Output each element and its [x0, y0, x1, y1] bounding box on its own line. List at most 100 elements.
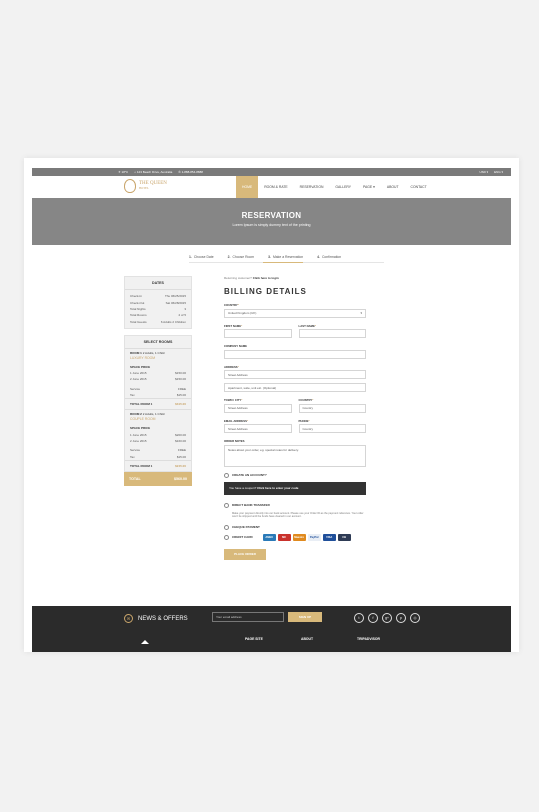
dates-title: DATES [125, 277, 191, 290]
page-title: RESERVATION [241, 211, 302, 220]
nav-gallery[interactable]: GALLERY [329, 176, 357, 198]
company-field[interactable] [224, 349, 366, 359]
notes-label: ORDER NOTES [224, 439, 245, 443]
price-row: 2 June 2015 $150.00 [130, 377, 186, 382]
phone-label: PHONE* [298, 418, 310, 423]
coupon-link[interactable]: Click here to enter your code [257, 486, 298, 490]
country-select[interactable]: United Kingdom (UK) ▾ [224, 308, 366, 318]
returning-customer: Returning customer? Click here to login [224, 276, 279, 280]
radio-icon [224, 534, 229, 540]
newsletter-heading: ✉ NEWS & OFFERS [124, 614, 188, 623]
social-links: t f g+ p ◎ [354, 613, 420, 623]
radio-icon [224, 502, 229, 508]
chevron-down-icon: ▾ [360, 311, 362, 315]
footer-col-tripadvisor: TRIPADVISOR [357, 637, 380, 641]
dates-box: DATES Check-In Thu 06/25/2015 Check-Out Sa… [124, 276, 192, 329]
step-3[interactable]: 3. Make a Reservation [268, 255, 303, 259]
radio-icon [224, 472, 229, 478]
card-logos: AMEX MC Maestro PayPal VISA CB [262, 533, 351, 541]
step-label: Confirmation [321, 255, 342, 259]
address-info: ⌂ 123 Beach Drive, Australia [134, 170, 173, 174]
email-label: EMAIL ADDRESS* [224, 418, 249, 423]
coupon-bar[interactable]: You have a coupon? Click here to enter y… [224, 481, 366, 495]
first-name-label: FIRST NAME* [224, 323, 243, 328]
footer-col-about: ABOUT [301, 637, 314, 641]
town-label: TOWN / CITY* [224, 398, 243, 402]
bank-transfer-note: Make your payment directly into our bank… [232, 511, 364, 519]
room-name: COUPLE ROOM [130, 417, 156, 422]
step-label: Choose Date [193, 255, 214, 259]
room-header: ROOM 1 [130, 350, 142, 355]
step-number: 2. [227, 255, 231, 259]
google-plus-icon[interactable]: g+ [382, 613, 392, 623]
footer-columns: PAGE SITE ABOUT TRIPADVISOR [245, 637, 413, 641]
site-footer: ✉ NEWS & OFFERS Your email address SIGN U… [32, 606, 511, 652]
place-order-button[interactable]: PLACE ORDER [224, 548, 266, 560]
step-number: 3. [268, 255, 271, 259]
county-label: COUNTRY* [298, 398, 314, 402]
rooms-box: SELECT ROOMS ROOM 1 2 Adults, 1 Child LU… [124, 334, 192, 472]
payment-credit-card[interactable]: CREDIT CARD AMEX MC Maestro PayPal VISA … [224, 533, 366, 541]
step-label: Make a Reservation [272, 255, 304, 259]
county-field[interactable]: Country [298, 403, 366, 413]
logo[interactable]: THE QUEEN HOTEL [124, 179, 167, 193]
room-summary: ROOM 1 2 Adults, 1 Child LUXURY ROOM SPA… [125, 349, 191, 410]
step-2[interactable]: 2. Choose Room [228, 255, 255, 259]
newsletter-email-input[interactable]: Your email address [212, 612, 284, 622]
payment-cheque[interactable]: CHEQUE PAYMENT [224, 524, 366, 530]
amex-icon: AMEX [262, 533, 276, 541]
step-4[interactable]: 4. Confirmation [317, 255, 341, 259]
cb-icon: CB [337, 533, 351, 541]
create-account-checkbox[interactable]: CREATE AN ACCOUNT? [224, 472, 366, 478]
town-field[interactable]: Street Address [224, 403, 292, 413]
room-header: ROOM 2 [130, 412, 142, 417]
step-label: Choose Room [232, 255, 255, 259]
payment-bank-transfer[interactable]: DIRECT BANK TRANSFER [224, 502, 366, 508]
first-name-field[interactable] [224, 329, 292, 338]
instagram-icon[interactable]: ◎ [410, 613, 420, 623]
paypal-icon: PayPal [307, 533, 321, 541]
pinterest-icon[interactable]: p [396, 613, 406, 623]
nav-reservation[interactable]: RESERVATION [294, 176, 330, 198]
weather-info: ☀ 18°C [118, 170, 129, 174]
facebook-icon[interactable]: f [368, 613, 378, 623]
reservation-steps: 1. Choose Date 2. Choose Room 3. Make a Res… [189, 255, 341, 259]
page-frame: ☀ 18°C ⌂ 123 Beach Drive, Australia ✆ 1-… [24, 158, 519, 652]
brand-sub: HOTEL [139, 186, 149, 190]
step-number: 1. [189, 255, 192, 259]
nav-about[interactable]: ABOUT [381, 176, 405, 198]
twitter-icon[interactable]: t [354, 613, 364, 623]
top-info-bar: ☀ 18°C ⌂ 123 Beach Drive, Australia ✆ 1-… [32, 168, 511, 176]
currency-select[interactable]: USD ▾ [479, 170, 488, 174]
signup-button[interactable]: SIGN UP [288, 612, 322, 622]
language-select[interactable]: ENG ▾ [494, 170, 503, 174]
nav-home[interactable]: HOME [236, 176, 259, 198]
order-notes-field[interactable]: Notes about your order, eg. special note… [224, 444, 366, 467]
nav-contact[interactable]: CONTACT [405, 176, 433, 198]
footer-col-page-site: PAGE SITE [245, 637, 263, 641]
room-total: TOTAL ROOM 1 $245.00 [125, 459, 191, 471]
rooms-title: SELECT ROOMS [125, 336, 191, 349]
page-subtitle: Lorem Ipsum is simply dummy text of the … [232, 223, 311, 227]
active-step-indicator [263, 262, 303, 263]
room-guests: 2 Adults, 1 Child [142, 350, 165, 355]
nav-room-rate[interactable]: ROOM & RATE [258, 176, 293, 198]
email-field[interactable]: Street Address [224, 424, 292, 433]
last-name-field[interactable] [298, 329, 366, 338]
address2-field[interactable]: Apartment, suite, unit etc. (Optional) [224, 383, 366, 392]
nav-page[interactable]: PAGE ▾ [357, 176, 381, 198]
billing-form: Returning customer? Click here to login … [224, 276, 366, 560]
mail-icon: ✉ [124, 614, 133, 623]
booking-summary: DATES Check-In Thu 06/25/2015 Check-Out Sa… [124, 276, 192, 486]
room-name: LUXURY ROOM [130, 355, 156, 360]
step-1[interactable]: 1. Choose Date [189, 255, 214, 259]
scroll-top-icon[interactable] [141, 640, 149, 644]
grand-total: TOTAL $560.00 [124, 471, 192, 486]
billing-title: BILLING DETAILS [224, 287, 307, 296]
address-field[interactable]: Street Address [224, 370, 366, 379]
phone-field[interactable]: Country [298, 424, 366, 433]
login-link[interactable]: Click here to login [253, 276, 279, 280]
space-price-label: SPACE PRICE [130, 426, 151, 431]
step-number: 4. [317, 255, 320, 259]
maestro-icon: Maestro [292, 533, 306, 541]
